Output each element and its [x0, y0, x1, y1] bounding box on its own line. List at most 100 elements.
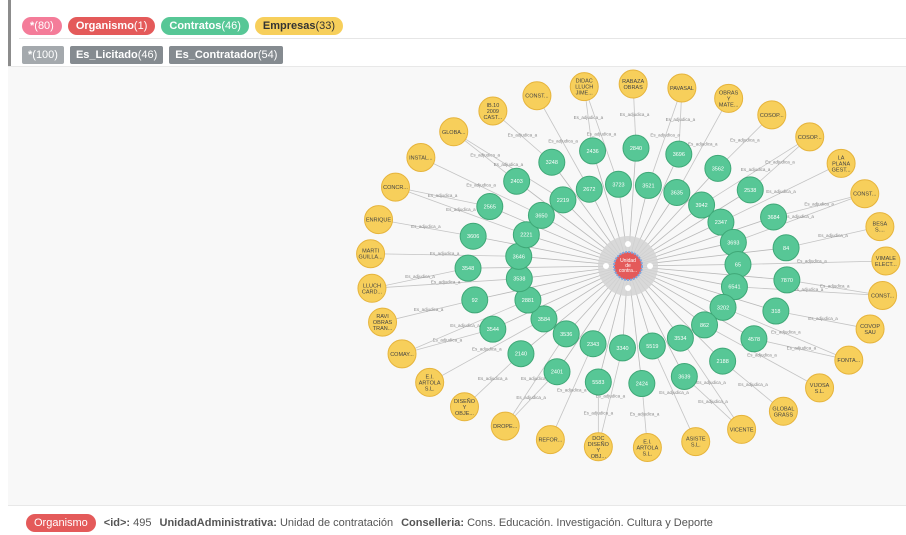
label-organismo-pill[interactable]: Organismo(1) — [67, 17, 156, 35]
edge-label: Es_adjudica_a — [584, 410, 614, 415]
contract-node-label[interactable]: 2424 — [636, 382, 648, 388]
contract-node-label[interactable]: 4578 — [748, 337, 760, 343]
graph-canvas[interactable]: Es_adjudica_a Es_adjudica_a Es_adjudica_a E… — [8, 66, 906, 506]
contract-node-label[interactable]: 3639 — [678, 374, 690, 380]
contract-node-label[interactable]: 318 — [771, 309, 780, 315]
lock-icon — [625, 241, 631, 247]
edge-label: Es_adjudica_a — [698, 399, 728, 404]
edge-label: Es_adjudica_a — [620, 112, 650, 117]
edge-label: Es_adjudica_a — [730, 138, 760, 143]
rel-contratador-tag[interactable]: Es_Contratador(54) — [169, 46, 284, 64]
contract-node-label[interactable]: 2565 — [484, 205, 496, 211]
company-node-label[interactable]: CONST... — [853, 192, 877, 198]
contract-node-label[interactable]: 3942 — [695, 203, 707, 209]
contract-node-label[interactable]: 2343 — [587, 342, 599, 348]
company-node-label[interactable]: GLOBAL GRASS — [772, 406, 794, 418]
edge-label: Es_adjudica_a — [688, 141, 718, 146]
footer-id: <id>: 495 — [103, 517, 152, 529]
company-node-label[interactable]: LLUCH CARD... — [362, 283, 383, 295]
contract-node-label[interactable]: 3534 — [674, 336, 686, 342]
separator — [19, 38, 906, 39]
contract-node-label[interactable]: 2436 — [586, 149, 598, 155]
edge-label: Es_adjudica_a — [557, 388, 587, 393]
company-node-label[interactable]: COMAY... — [390, 352, 414, 358]
company-node-label[interactable]: CONST... — [525, 94, 549, 100]
contract-node-label[interactable]: 2188 — [717, 359, 729, 365]
edge-label: Es_adjudica_a — [430, 251, 460, 256]
company-node-label[interactable]: DROPE... — [493, 424, 518, 430]
contract-node-label[interactable]: 3684 — [767, 215, 779, 221]
contract-node-label[interactable]: 3584 — [538, 317, 550, 323]
contract-node-label[interactable]: 65 — [735, 262, 741, 268]
edge-label: Es_adjudica_a — [516, 395, 546, 400]
contract-node-label[interactable]: 3202 — [717, 305, 729, 311]
edge-label: Es_adjudica_a — [411, 224, 441, 229]
rel-licitado-tag[interactable]: Es_Licitado(46) — [69, 46, 164, 64]
contract-node-label[interactable]: 92 — [472, 298, 478, 304]
contract-node-label[interactable]: 3544 — [487, 327, 499, 333]
contract-node-label[interactable]: 5583 — [592, 380, 604, 386]
contract-node-label[interactable]: 3723 — [612, 182, 624, 188]
footer-organismo-pill[interactable]: Organismo — [26, 514, 96, 532]
company-node-label[interactable]: VICENTE — [730, 427, 754, 433]
edge-label: Es_adjudica_a — [508, 133, 538, 138]
contract-node-label[interactable]: 2140 — [515, 352, 527, 358]
contract-node-label[interactable]: 3693 — [727, 240, 739, 246]
edge-label: Es_adjudica_a — [472, 347, 502, 352]
contract-node-label[interactable]: 3606 — [467, 234, 479, 240]
edge-label: Es_adjudica_a — [446, 207, 476, 212]
contract-node-label[interactable]: 2672 — [583, 187, 595, 193]
contract-node-label[interactable]: 2403 — [511, 179, 523, 185]
contract-node-label[interactable]: 862 — [700, 323, 709, 329]
contract-node-label[interactable]: 3562 — [712, 166, 724, 172]
company-node-label[interactable]: VIMALE ELECT... — [875, 256, 897, 268]
contract-node-label[interactable]: 2538 — [744, 188, 756, 194]
company-node-label[interactable]: FONTA... — [837, 358, 860, 364]
label-all-pill[interactable]: *(80) — [22, 17, 62, 35]
contract-node-label[interactable]: 2840 — [630, 146, 642, 152]
company-node-label[interactable]: INSTAL... — [409, 155, 433, 161]
edge-label: Es_adjudica_a — [659, 390, 689, 395]
contract-node-label[interactable]: 2401 — [551, 370, 563, 376]
company-node-label[interactable]: CONST... — [871, 293, 895, 299]
edge-label: Es_adjudica_a — [771, 330, 801, 335]
contract-node-label[interactable]: 2219 — [557, 198, 569, 204]
rel-all-tag[interactable]: *(100) — [22, 46, 64, 64]
edge-label: Es_adjudica_a — [766, 189, 796, 194]
company-node-label[interactable]: GLOBA... — [442, 130, 466, 136]
center-node-group[interactable]: Unidad de contra... — [598, 236, 658, 296]
contract-node-label[interactable]: 2221 — [520, 233, 532, 239]
contract-node-label[interactable]: 3248 — [546, 160, 558, 166]
edge-label: Es_adjudica_a — [820, 284, 850, 289]
company-node-label[interactable]: COSOP... — [798, 135, 822, 141]
company-node-label[interactable]: COSOP... — [760, 113, 784, 119]
contract-node-label[interactable]: 3696 — [673, 152, 685, 158]
company-node-label[interactable]: PAVASAL — [670, 86, 694, 92]
label-empresas-pill[interactable]: Empresas(33) — [254, 17, 344, 35]
contract-node-label[interactable]: 3635 — [671, 191, 683, 197]
company-node-label[interactable]: DIDAC LLUCH JIME... — [575, 79, 593, 97]
contract-node-label[interactable]: 3538 — [513, 277, 525, 283]
company-node-label[interactable]: REFOR... — [538, 438, 562, 444]
edge-label: Es_adjudica_a — [433, 337, 463, 342]
graph-svg[interactable]: Es_adjudica_a Es_adjudica_a Es_adjudica_a E… — [8, 67, 906, 505]
company-node-label[interactable]: CONCR... — [383, 185, 408, 191]
contract-node-label[interactable]: 3548 — [462, 266, 474, 272]
contract-node-label[interactable]: 6541 — [728, 285, 740, 291]
contract-node-label[interactable]: 3340 — [616, 346, 628, 352]
contract-node-label[interactable]: 5519 — [646, 344, 658, 350]
company-node-label[interactable]: ENRIQUE — [366, 218, 391, 224]
contract-node-label[interactable]: 84 — [783, 246, 789, 252]
contract-node-label[interactable]: 3650 — [535, 213, 547, 219]
contract-node-label[interactable]: 3521 — [642, 183, 654, 189]
contract-node-label[interactable]: 2881 — [522, 298, 534, 304]
edge-label: Es_adjudica_a — [804, 201, 834, 206]
contract-node-label[interactable]: 3646 — [513, 254, 525, 260]
contract-node-label[interactable]: 3536 — [560, 332, 572, 338]
edge-label: Es_adjudica_a — [494, 162, 524, 167]
edge-label: Es_adjudica_a — [428, 193, 458, 198]
label-contratos-pill[interactable]: Contratos(46) — [161, 17, 249, 35]
contract-node-label[interactable]: 2347 — [715, 220, 727, 226]
contract-node-label[interactable]: 7870 — [781, 278, 793, 284]
company-node-label[interactable]: RABAZA OBRAS — [622, 79, 644, 91]
